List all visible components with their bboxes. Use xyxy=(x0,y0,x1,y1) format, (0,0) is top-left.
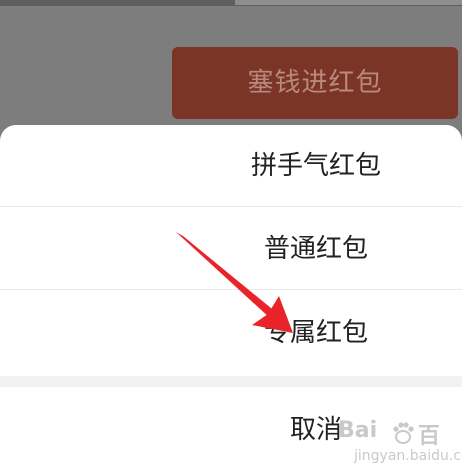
put-money-in-red-packet-button[interactable]: 塞钱进红包 xyxy=(172,47,458,119)
paw-icon xyxy=(393,422,414,444)
option-normal-red-packet[interactable]: 普通红包 xyxy=(0,208,462,290)
watermark-brand-left: Bai xyxy=(338,418,378,443)
option-exclusive-red-packet[interactable]: 专属红包 xyxy=(0,292,462,374)
watermark-brand-right: 百 xyxy=(418,424,441,449)
baidu-watermark: Bai 百 jingyan.baidu.com xyxy=(338,418,462,468)
status-strip xyxy=(0,0,462,6)
screen: 塞钱进红包 拼手气红包 普通红包 专属红包 取消 Bai 百 jingyan.b… xyxy=(0,0,462,474)
status-strip-segment xyxy=(235,0,462,5)
sheet-divider-gap xyxy=(0,376,462,387)
watermark-sub: jingyan.baidu.com xyxy=(354,448,462,464)
option-lucky-red-packet[interactable]: 拼手气红包 xyxy=(0,125,462,207)
